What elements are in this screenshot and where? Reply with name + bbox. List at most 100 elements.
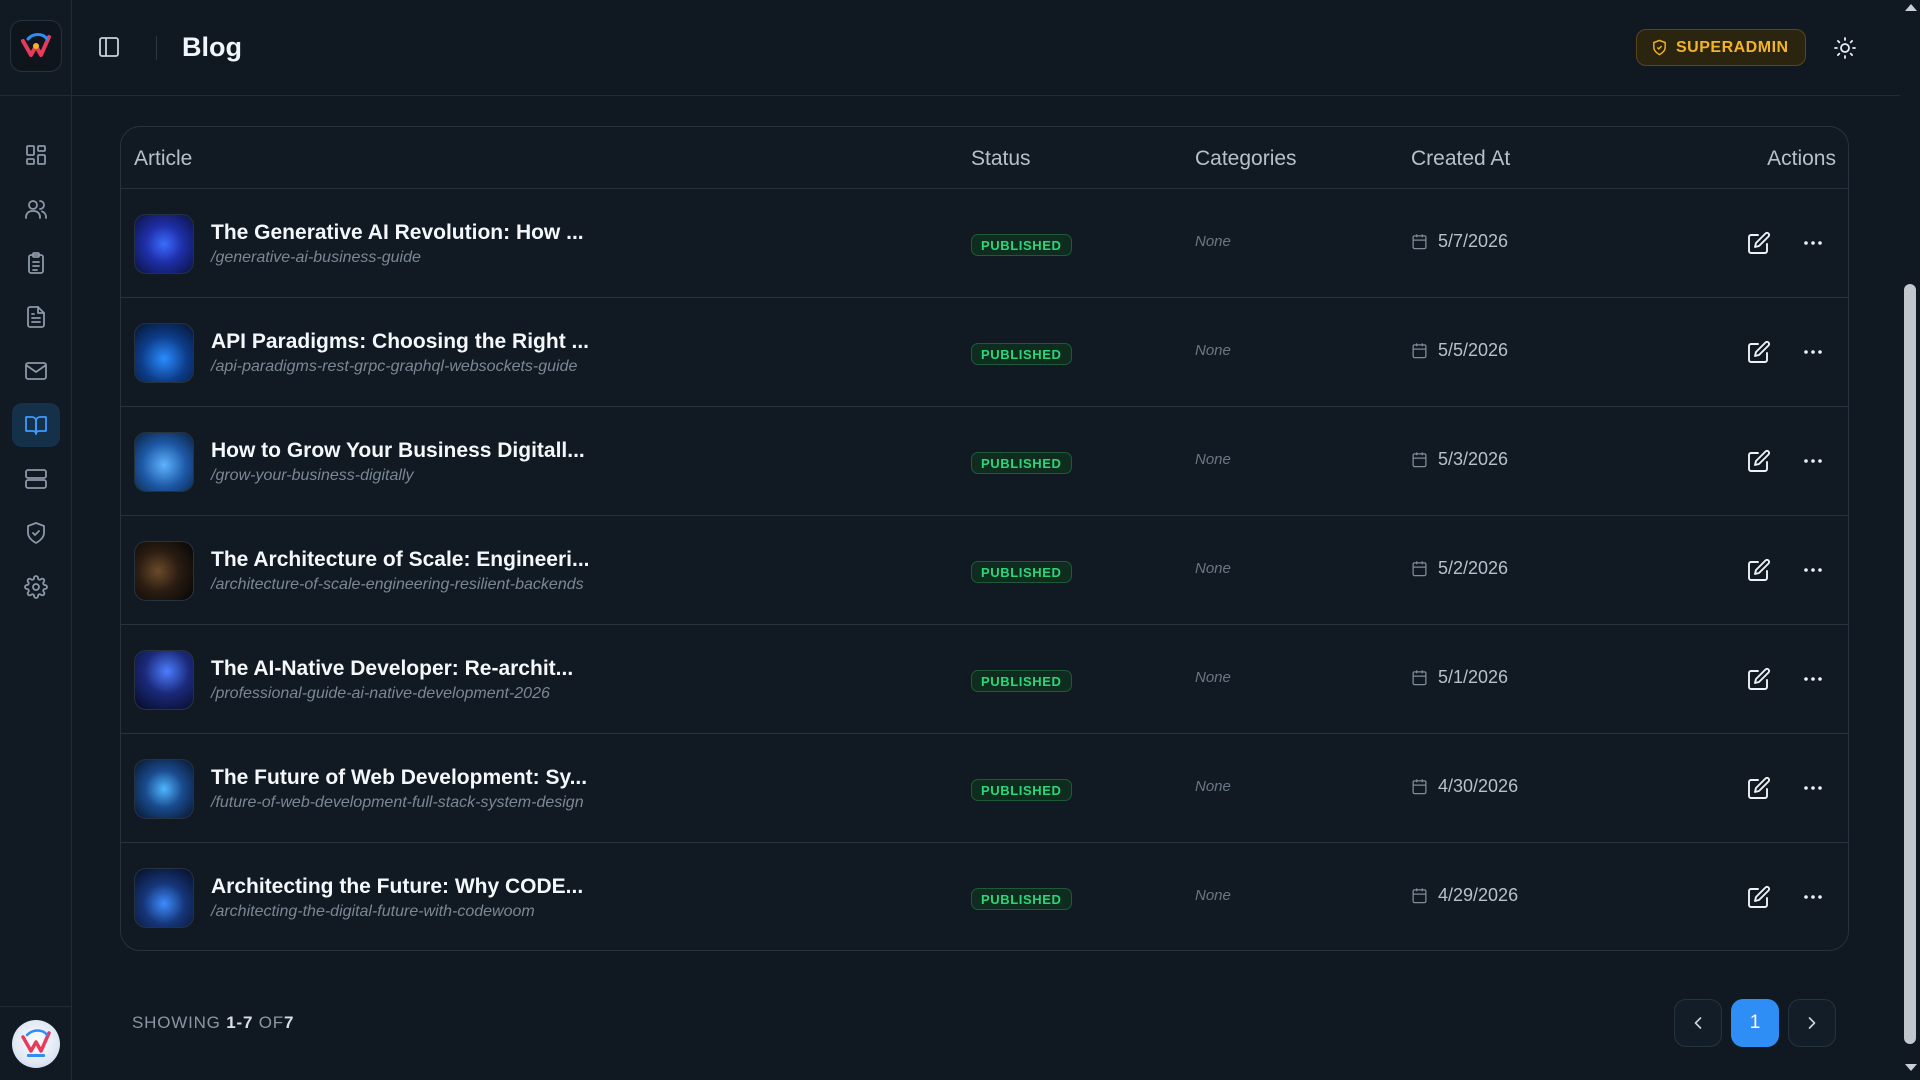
edit-icon [1748,886,1770,908]
scroll-down-arrow-icon[interactable] [1905,1064,1917,1071]
table-header: Article Status Categories Created At Act… [121,127,1848,189]
server-icon [25,469,47,489]
more-horizontal-icon [1804,459,1822,463]
scroll-up-arrow-icon[interactable] [1905,4,1917,11]
article-title[interactable]: How to Grow Your Business Digitall... [211,439,585,463]
edit-icon [1748,450,1770,472]
sidebar-divider [0,95,72,96]
sidebar [0,0,72,1080]
logo-icon [21,33,51,57]
sidebar-item-users[interactable] [12,187,60,231]
table-row[interactable]: How to Grow Your Business Digitall... /g… [121,407,1848,516]
table-row[interactable]: Architecting the Future: Why CODE... /ar… [121,843,1848,950]
sidebar-item-servers[interactable] [12,457,60,501]
edit-button[interactable] [1745,338,1773,366]
app-logo[interactable] [10,20,62,72]
sidebar-item-settings[interactable] [12,565,60,609]
created-at-value: 5/1/2026 [1438,667,1509,687]
table-row[interactable]: The Architecture of Scale: Engineeri... … [121,516,1848,625]
article-slug: /architecting-the-digital-future-with-co… [211,903,535,920]
created-at: 4/29/2026 [1411,885,1518,906]
column-header-actions: Actions [1767,147,1836,170]
column-header-article[interactable]: Article [134,147,192,171]
article-slug: /professional-guide-ai-native-developmen… [211,685,550,702]
calendar-icon [1412,888,1427,904]
document-icon [27,306,45,328]
edit-button[interactable] [1745,774,1773,802]
article-slug: /grow-your-business-digitally [211,467,414,484]
status-badge: PUBLISHED [971,888,1072,910]
sidebar-item-security[interactable] [12,511,60,555]
article-title[interactable]: The AI-Native Developer: Re-archit... [211,657,573,681]
more-horizontal-icon [1804,350,1822,354]
sidebar-item-documents[interactable] [12,295,60,339]
page-scrollbar[interactable] [1900,0,1920,1080]
article-title[interactable]: Architecting the Future: Why CODE... [211,875,583,899]
table-row[interactable]: The AI-Native Developer: Re-archit... /p… [121,625,1848,734]
article-thumbnail [134,214,194,274]
article-thumbnail [134,323,194,383]
column-header-status[interactable]: Status [971,147,1031,171]
calendar-icon [1412,452,1427,468]
table-row[interactable]: The Future of Web Development: Sy... /fu… [121,734,1848,843]
sidebar-item-mail[interactable] [12,349,60,393]
more-actions-button[interactable] [1798,447,1828,475]
edit-button[interactable] [1745,883,1773,911]
page-title: Blog [182,32,242,62]
article-title[interactable]: API Paradigms: Choosing the Right ... [211,330,589,354]
column-header-created-at[interactable]: Created At [1411,147,1510,171]
article-thumbnail [134,650,194,710]
more-actions-button[interactable] [1798,665,1828,693]
created-at: 5/7/2026 [1411,231,1508,252]
article-title[interactable]: The Architecture of Scale: Engineeri... [211,548,589,572]
scrollbar-thumb[interactable] [1904,284,1916,1044]
article-thumbnail [134,759,194,819]
categories-value: None [1195,233,1231,250]
edit-button[interactable] [1745,665,1773,693]
edit-icon [1748,559,1770,581]
top-header: Blog SUPERADMIN [72,0,1900,96]
sidebar-item-blog[interactable] [12,403,60,447]
edit-button[interactable] [1745,447,1773,475]
sidebar-bottom-divider [0,1006,72,1007]
role-badge-label: SUPERADMIN [1676,38,1789,56]
role-badge: SUPERADMIN [1636,29,1806,66]
next-page-button[interactable] [1788,999,1836,1047]
sun-icon [1834,37,1856,59]
column-header-categories[interactable]: Categories [1195,147,1297,171]
more-actions-button[interactable] [1798,774,1828,802]
more-actions-button[interactable] [1798,338,1828,366]
previous-page-button[interactable] [1674,999,1722,1047]
created-at: 5/3/2026 [1411,449,1508,470]
avatar[interactable] [12,1020,60,1068]
edit-button[interactable] [1745,556,1773,584]
more-actions-button[interactable] [1798,556,1828,584]
article-title[interactable]: The Generative AI Revolution: How ... [211,221,584,245]
table-row[interactable]: API Paradigms: Choosing the Right ... /a… [121,298,1848,407]
calendar-icon [1412,561,1427,577]
created-at-value: 5/5/2026 [1438,340,1509,360]
created-at-value: 5/2/2026 [1438,558,1509,578]
mail-icon [25,362,47,380]
chevron-left-icon [1694,1017,1702,1029]
categories-value: None [1195,887,1231,904]
status-badge: PUBLISHED [971,670,1072,692]
more-horizontal-icon [1804,786,1822,790]
calendar-icon [1412,234,1427,250]
article-title[interactable]: The Future of Web Development: Sy... [211,766,587,790]
edit-icon [1748,341,1770,363]
categories-value: None [1195,560,1231,577]
sidebar-item-dashboard[interactable] [12,133,60,177]
more-horizontal-icon [1804,241,1822,245]
theme-toggle-button[interactable] [1830,33,1860,63]
table-row[interactable]: The Generative AI Revolution: How ... /g… [121,189,1848,298]
categories-value: None [1195,451,1231,468]
sidebar-toggle-button[interactable] [96,34,122,60]
more-actions-button[interactable] [1798,883,1828,911]
page-1-button[interactable]: 1 [1731,999,1779,1047]
avatar-logo-icon [21,1029,51,1057]
more-actions-button[interactable] [1798,229,1828,257]
more-horizontal-icon [1804,677,1822,681]
sidebar-item-tasks[interactable] [12,241,60,285]
edit-button[interactable] [1745,229,1773,257]
